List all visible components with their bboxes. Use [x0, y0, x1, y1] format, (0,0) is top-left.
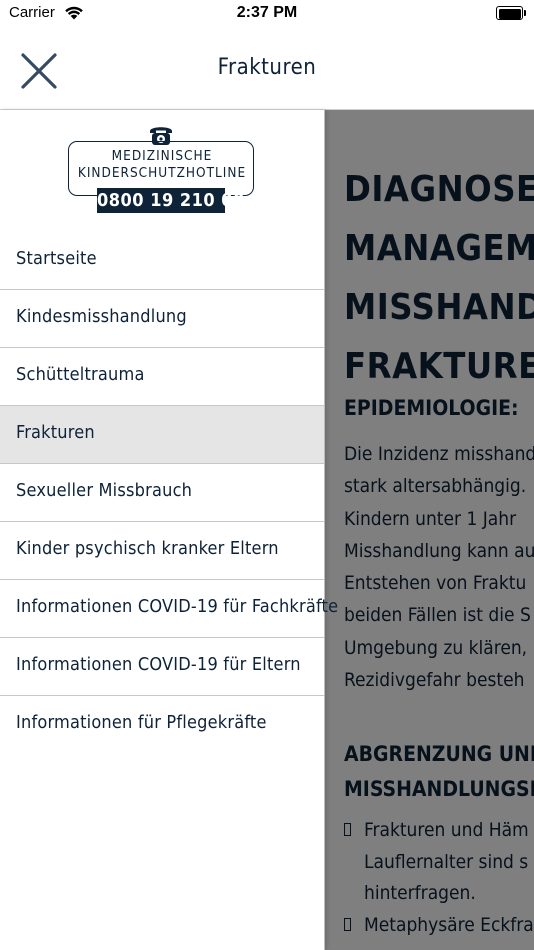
menu-item-label: Frakturen [16, 422, 95, 443]
menu-item-sexueller-missbrauch[interactable]: Sexueller Missbrauch [0, 464, 324, 522]
status-bar: Carrier 2:37 PM [0, 0, 534, 28]
menu-list: Startseite Kindesmisshandlung Schütteltr… [0, 232, 338, 753]
menu-item-kindesmisshandlung[interactable]: Kindesmisshandlung [0, 290, 324, 348]
menu-item-schuetteltrauma[interactable]: Schütteltrauma [0, 348, 324, 406]
menu-item-startseite[interactable]: Startseite [0, 232, 324, 290]
navigation-bar: Frakturen [0, 28, 534, 110]
hotline-logo[interactable]: MEDIZINISCHE KINDERSCHUTZHOTLINE 0800 19… [67, 124, 257, 216]
menu-item-label: Kindesmisshandlung [16, 306, 187, 327]
menu-item-pflegekraefte[interactable]: Informationen für Pflegekräfte [0, 696, 324, 753]
menu-item-covid-eltern[interactable]: Informationen COVID-19 für Eltern [0, 638, 324, 696]
menu-item-kinder-psychisch-kranker-eltern[interactable]: Kinder psychisch kranker Eltern [0, 522, 324, 580]
hotline-number: 0800 19 210 00 [97, 188, 245, 213]
menu-item-label: Sexueller Missbrauch [16, 480, 193, 501]
menu-item-label: Informationen für Pflegekräfte [16, 712, 267, 733]
menu-item-frakturen[interactable]: Frakturen [0, 406, 324, 464]
clock: 2:37 PM [236, 4, 298, 21]
menu-item-label: Informationen COVID-19 für Eltern [16, 654, 301, 675]
menu-item-label: Schütteltrauma [16, 364, 145, 385]
menu-item-label: Kinder psychisch kranker Eltern [16, 538, 279, 559]
menu-item-label: Startseite [16, 248, 97, 269]
menu-item-covid-fachkraefte[interactable]: Informationen COVID-19 für Fachkräfte [0, 580, 338, 638]
logo-text-line2: KINDERSCHUTZHOTLINE [77, 165, 247, 181]
logo-text-line1: MEDIZINISCHE [111, 148, 213, 164]
battery-icon [496, 6, 526, 20]
page-title: Frakturen [217, 55, 317, 80]
menu-item-label: Informationen COVID-19 für Fachkräfte [16, 596, 339, 617]
side-menu-drawer: MEDIZINISCHE KINDERSCHUTZHOTLINE 0800 19… [0, 110, 338, 950]
